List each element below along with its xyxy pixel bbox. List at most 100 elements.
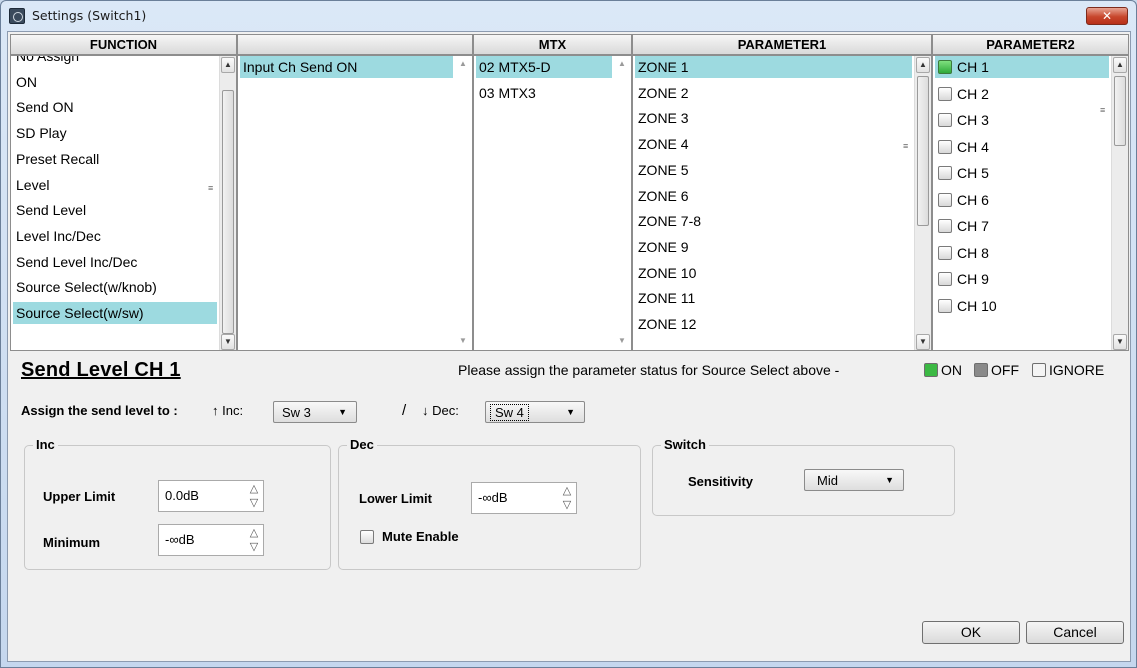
parameter2-list-item[interactable]: CH 5 [935, 162, 1109, 184]
scroll-up-button[interactable]: ▲ [916, 57, 930, 73]
parameter1-list-item[interactable]: ZONE 10 [635, 262, 912, 284]
scroll-up-button[interactable]: ▲ [221, 57, 235, 73]
parameter2-list-label: CH 3 [957, 112, 989, 128]
upper-limit-spinner[interactable]: △ ▽ [247, 481, 261, 511]
inc-assign-label: ↑ Inc: [212, 403, 244, 418]
function-list[interactable]: No Assign ON Send ON SD Play Preset Recall Le… [10, 55, 237, 351]
upper-limit-field[interactable]: 0.0dB △ ▽ [158, 480, 264, 512]
parameter1-list-item[interactable]: ZONE 3 [635, 107, 912, 129]
parameter1-list-item[interactable]: ZONE 7-8 [635, 210, 912, 232]
parameter2-list-scrollbar[interactable]: ▲ ≡ ▼ [1100, 56, 1128, 350]
parameter1-list-item[interactable]: ZONE 1 [635, 56, 912, 78]
mtx-list[interactable]: 02 MTX5-D 03 MTX3 ▲ ▼ [473, 55, 632, 351]
parameter1-list[interactable]: ZONE 1 ZONE 2 ZONE 3 ZONE 4 ZONE 5 ZONE 6 ZONE… [632, 55, 932, 351]
scroll-down-button[interactable]: ▼ [456, 334, 470, 350]
mtx-list-item[interactable]: 03 MTX3 [476, 82, 612, 104]
scroll-up-button[interactable]: ▲ [615, 57, 629, 73]
scroll-up-button[interactable]: ▲ [456, 57, 470, 73]
parameter1-list-item[interactable]: ZONE 5 [635, 159, 912, 181]
scroll-down-button[interactable]: ▼ [1113, 334, 1127, 350]
inc-switch-value: Sw 3 [282, 405, 311, 420]
scroll-down-button[interactable]: ▼ [615, 334, 629, 350]
parameter1-list-item[interactable]: ZONE 11 [635, 287, 912, 309]
parameter2-list-item[interactable]: CH 2 [935, 83, 1109, 105]
parameter2-list-item[interactable]: CH 9 [935, 268, 1109, 290]
inc-switch-select[interactable]: Sw 3 ▼ [273, 401, 357, 423]
parameter1-list-item[interactable]: ZONE 6 [635, 185, 912, 207]
parameter2-list-item[interactable]: CH 3 [935, 109, 1109, 131]
scroll-thumb[interactable] [1114, 76, 1126, 146]
minimum-field[interactable]: -∞dB △ ▽ [158, 524, 264, 556]
function-list-item[interactable]: Source Select(w/knob) [13, 276, 217, 298]
mtx-list-scrollbar[interactable]: ▲ ▼ [614, 56, 631, 350]
dropdown-arrow-icon: ▼ [566, 407, 575, 417]
function-list-item[interactable]: Level Inc/Dec [13, 225, 217, 247]
status-checkbox[interactable] [938, 60, 952, 74]
detail-list-item[interactable]: Input Ch Send ON [240, 56, 453, 78]
dialog-body: FUNCTION MTX PARAMETER1 PARAMETER2 No As… [7, 31, 1131, 662]
parameter1-list-scrollbar[interactable]: ▲ ≡ ▼ [903, 56, 931, 350]
title-bar[interactable]: Settings (Switch1) ✕ [1, 1, 1136, 31]
parameter2-list[interactable]: CH 1 CH 2 CH 3 CH 4 CH 5 CH 6 CH 7 CH 8 CH 9 CH 1… [932, 55, 1129, 351]
ok-button[interactable]: OK [922, 621, 1020, 644]
parameter2-list-item[interactable]: CH 6 [935, 189, 1109, 211]
mute-enable-label: Mute Enable [382, 529, 459, 544]
parameter1-list-item[interactable]: ZONE 12 [635, 313, 912, 335]
status-checkbox[interactable] [938, 86, 952, 101]
function-list-item[interactable]: No Assign [13, 56, 217, 67]
function-list-item[interactable]: Send Level Inc/Dec [13, 251, 217, 273]
parameter2-list-label: CH 8 [957, 244, 989, 261]
switch-group-title: Switch [661, 437, 709, 452]
sensitivity-select[interactable]: Mid ▼ [804, 469, 904, 491]
scroll-thumb[interactable] [222, 90, 234, 334]
spin-up-icon[interactable]: △ [247, 526, 261, 540]
scroll-thumb[interactable] [917, 76, 929, 226]
status-checkbox[interactable] [938, 166, 952, 180]
lower-limit-spinner[interactable]: △ ▽ [560, 483, 574, 513]
mute-enable-checkbox[interactable] [360, 530, 374, 544]
detail-list-scrollbar[interactable]: ▲ ▼ [455, 56, 472, 350]
function-list-scrollbar[interactable]: ▲ ≡ ▼ [208, 56, 236, 350]
parameter2-list-item[interactable]: CH 8 [935, 242, 1109, 264]
parameter2-list-label: CH 9 [957, 271, 989, 287]
parameter2-list-item[interactable]: CH 1 [935, 56, 1109, 78]
dec-switch-select[interactable]: Sw 4 ▼ [485, 401, 585, 423]
function-list-item[interactable]: SD Play [13, 122, 217, 144]
spin-down-icon[interactable]: ▽ [560, 498, 574, 512]
scroll-down-button[interactable]: ▼ [221, 334, 235, 350]
inc-group: Inc Upper Limit 0.0dB △ ▽ Minimum -∞dB △… [24, 437, 331, 570]
function-list-item[interactable]: Source Select(w/sw) [13, 302, 217, 324]
status-checkbox[interactable] [938, 219, 952, 233]
function-list-item[interactable]: Preset Recall [13, 148, 217, 170]
function-list-item[interactable]: ON [13, 71, 217, 93]
function-detail-list[interactable]: Input Ch Send ON ▲ ▼ [237, 55, 473, 351]
status-checkbox[interactable] [938, 192, 952, 207]
scroll-up-button[interactable]: ▲ [1113, 57, 1127, 73]
spin-up-icon[interactable]: △ [560, 484, 574, 498]
parameter2-list-item[interactable]: CH 10 [935, 295, 1109, 317]
mtx-list-item[interactable]: 02 MTX5-D [476, 56, 612, 78]
spin-down-icon[interactable]: ▽ [247, 496, 261, 510]
spin-up-icon[interactable]: △ [247, 482, 261, 496]
cancel-button[interactable]: Cancel [1026, 621, 1124, 644]
parameter2-list-item[interactable]: CH 4 [935, 136, 1109, 158]
parameter1-list-item[interactable]: ZONE 2 [635, 82, 912, 104]
function-list-item[interactable]: Level [13, 174, 217, 196]
status-checkbox[interactable] [938, 139, 952, 154]
status-checkbox[interactable] [938, 298, 952, 313]
status-checkbox[interactable] [938, 272, 952, 286]
status-checkbox[interactable] [938, 113, 952, 127]
legend-ignore-swatch [1032, 363, 1046, 377]
minimum-spinner[interactable]: △ ▽ [247, 525, 261, 555]
status-checkbox[interactable] [938, 245, 952, 260]
function-list-item[interactable]: Send Level [13, 199, 217, 221]
parameter2-list-item[interactable]: CH 7 [935, 215, 1109, 237]
spin-down-icon[interactable]: ▽ [247, 540, 261, 554]
parameter2-list-label: CH 10 [957, 297, 997, 314]
close-button[interactable]: ✕ [1086, 7, 1128, 25]
function-list-item[interactable]: Send ON [13, 96, 217, 118]
parameter1-list-item[interactable]: ZONE 4 [635, 133, 912, 155]
parameter1-list-item[interactable]: ZONE 9 [635, 236, 912, 258]
scroll-down-button[interactable]: ▼ [916, 334, 930, 350]
lower-limit-field[interactable]: -∞dB △ ▽ [471, 482, 577, 514]
